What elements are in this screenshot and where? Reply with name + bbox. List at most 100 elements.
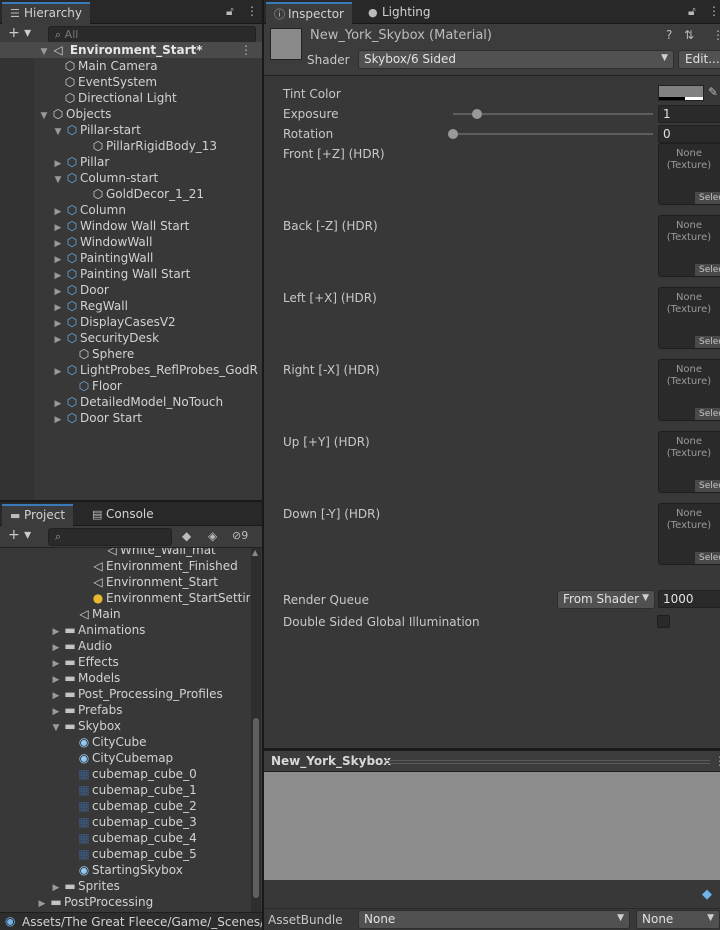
project-item[interactable]: ◁ Environment_Finished xyxy=(0,558,250,574)
asset-bundle-dropdown[interactable]: None ▼ xyxy=(358,910,630,929)
scene-row[interactable]: ▼ ◁ Environment_Start* ⋮ xyxy=(0,42,262,58)
project-item[interactable]: ▦ cubemap_cube_0 xyxy=(0,766,250,782)
hierarchy-item[interactable]: ▶ ⬡ Column xyxy=(0,202,262,218)
select-texture-button[interactable]: Select xyxy=(695,192,720,204)
scene-menu-icon[interactable]: ⋮ xyxy=(240,42,252,58)
project-item[interactable]: ◁ Main xyxy=(0,606,250,622)
project-item[interactable]: ▦ cubemap_cube_1 xyxy=(0,782,250,798)
help-icon[interactable]: ? xyxy=(666,28,672,42)
scrollbar-thumb[interactable] xyxy=(253,718,259,898)
preview-menu-icon[interactable]: ⋮ xyxy=(714,754,720,768)
hierarchy-item[interactable]: ⬡ Sphere xyxy=(0,346,262,362)
project-item[interactable]: ▼ ▬ Skybox xyxy=(0,718,250,734)
project-item[interactable]: ▶ ▬ Animations xyxy=(0,622,250,638)
unity-scene-icon: ◉ xyxy=(5,914,16,928)
hierarchy-item[interactable]: ▶ ⬡ PaintingWall xyxy=(0,250,262,266)
hierarchy-item[interactable]: ▶ ⬡ RegWall xyxy=(0,298,262,314)
hierarchy-item[interactable]: ▼ ⬡ Objects xyxy=(0,106,262,122)
project-item[interactable]: ◁ Environment_Start xyxy=(0,574,250,590)
render-queue-field[interactable]: 1000 xyxy=(658,590,720,608)
texture-slot-field[interactable]: None(Texture)Select xyxy=(658,215,720,277)
hierarchy-item[interactable]: ⬡ Floor xyxy=(0,378,262,394)
material-preview-thumbnail xyxy=(270,28,302,60)
lock-icon[interactable]: 🔓︎ xyxy=(226,4,234,19)
render-queue-mode-dropdown[interactable]: From Shader ▼ xyxy=(557,590,655,609)
project-item[interactable]: ▦ cubemap_cube_3 xyxy=(0,814,250,830)
tab-project[interactable]: ▬ Project xyxy=(2,504,74,526)
project-item[interactable]: ◉ StartingSkybox xyxy=(0,862,250,878)
project-item[interactable]: ▶ ▬ Sprites xyxy=(0,878,250,894)
select-texture-button[interactable]: Select xyxy=(695,552,720,564)
project-scrollbar[interactable]: ▲ xyxy=(251,548,261,912)
hierarchy-item[interactable]: ▶ ⬡ Pillar xyxy=(0,154,262,170)
tab-inspector[interactable]: ⓘ Inspector xyxy=(266,2,352,24)
project-item[interactable]: ▶ ▬ Post_Processing_Profiles xyxy=(0,686,250,702)
project-item[interactable]: ▶ ▬ PostProcessing xyxy=(0,894,250,910)
project-item[interactable]: ● Environment_StartSetting xyxy=(0,590,250,606)
hierarchy-item[interactable]: ▶ ⬡ DetailedModel_NoTouch xyxy=(0,394,262,410)
texture-slot-field[interactable]: None(Texture)Select xyxy=(658,503,720,565)
hidden-packages-toggle[interactable]: ⊘9 xyxy=(232,529,248,542)
select-texture-button[interactable]: Select xyxy=(695,408,720,420)
hierarchy-item[interactable]: ▶ ⬡ DisplayCasesV2 xyxy=(0,314,262,330)
texture-slot-field[interactable]: None(Texture)Select xyxy=(658,359,720,421)
kebab-menu-icon[interactable]: ⋮ xyxy=(708,4,720,18)
asset-label-tag-icon[interactable]: ◆ xyxy=(702,887,712,902)
prefab-cube-icon: ⬡ xyxy=(66,251,78,265)
hierarchy-item[interactable]: ▶ ⬡ WindowWall xyxy=(0,234,262,250)
lock-icon[interactable]: 🔓︎ xyxy=(688,4,696,19)
hierarchy-item[interactable]: ▼ ⬡ Pillar-start xyxy=(0,122,262,138)
preview-drag-handle[interactable] xyxy=(386,760,710,764)
hierarchy-panel: + ▾ ⌕ All ▼ ◁ Environment_Start* ⋮ ⬡ Main … xyxy=(0,24,262,500)
hierarchy-item[interactable]: ▶ ⬡ LightProbes_ReflProbes_GodR xyxy=(0,362,262,378)
create-asset-button[interactable]: + ▾ xyxy=(8,527,31,543)
hierarchy-item[interactable]: ⬡ Main Camera xyxy=(0,58,262,74)
panel-splitter[interactable] xyxy=(262,0,264,930)
asset-variant-dropdown[interactable]: None ▼ xyxy=(636,910,720,929)
project-item[interactable]: ◉ CityCubemap xyxy=(0,750,250,766)
hierarchy-item[interactable]: ▶ ⬡ SecurityDesk xyxy=(0,330,262,346)
settings-sliders-icon[interactable]: ⇅ xyxy=(684,28,694,42)
project-item[interactable]: ▦ cubemap_cube_2 xyxy=(0,798,250,814)
project-search-input[interactable]: ⌕ xyxy=(48,528,172,546)
hierarchy-item[interactable]: ▼ ⬡ Column-start xyxy=(0,170,262,186)
project-item[interactable]: ◁ White_Wall_mat xyxy=(0,548,250,558)
texture-thumbnail-icon: ▦ xyxy=(78,783,90,797)
select-texture-button[interactable]: Select xyxy=(695,480,720,492)
project-item[interactable]: ▶ ▬ Prefabs xyxy=(0,702,250,718)
select-texture-button[interactable]: Select xyxy=(695,336,720,348)
texture-slots: Front [+Z] (HDR) None(Texture)Select Back … xyxy=(264,76,720,576)
hierarchy-item[interactable]: ▶ ⬡ Window Wall Start xyxy=(0,218,262,234)
hierarchy-item[interactable]: ▶ ⬡ Painting Wall Start xyxy=(0,266,262,282)
component-menu-icon[interactable]: ⋮ xyxy=(712,28,720,42)
tab-console[interactable]: ▤ Console xyxy=(84,504,162,526)
project-item[interactable]: ▶ ▬ Audio xyxy=(0,638,250,654)
hierarchy-item[interactable]: ⬡ Directional Light xyxy=(0,90,262,106)
hierarchy-item[interactable]: ▶ ⬡ Door Start xyxy=(0,410,262,426)
hierarchy-item[interactable]: ⬡ EventSystem xyxy=(0,74,262,90)
edit-shader-button[interactable]: Edit... xyxy=(678,50,720,69)
hierarchy-item[interactable]: ⬡ GoldDecor_1_21 xyxy=(0,186,262,202)
scroll-up-icon[interactable]: ▲ xyxy=(252,548,258,557)
hierarchy-item[interactable]: ▶ ⬡ Door xyxy=(0,282,262,298)
project-item[interactable]: ◉ CityCube xyxy=(0,734,250,750)
project-item[interactable]: ▦ cubemap_cube_4 xyxy=(0,830,250,846)
hierarchy-item[interactable]: ⬡ PillarRigidBody_13 xyxy=(0,138,262,154)
select-texture-button[interactable]: Select xyxy=(695,264,720,276)
tab-lighting[interactable]: ● Lighting xyxy=(360,2,439,24)
shader-dropdown[interactable]: Skybox/6 Sided ▼ xyxy=(358,50,674,69)
project-item[interactable]: ▦ cubemap_cube_5 xyxy=(0,846,250,862)
add-object-button[interactable]: + ▾ xyxy=(8,25,31,41)
texture-slot-field[interactable]: None(Texture)Select xyxy=(658,143,720,205)
filter-type-icon[interactable]: ◆ xyxy=(182,529,191,543)
project-item[interactable]: ▶ ▬ Effects xyxy=(0,654,250,670)
label-tag-icon[interactable]: ◈ xyxy=(208,529,217,543)
project-item[interactable]: ▶ ▬ Models xyxy=(0,670,250,686)
expand-arrow-icon[interactable]: ▶ xyxy=(52,412,64,428)
kebab-menu-icon[interactable]: ⋮ xyxy=(246,4,258,18)
tab-hierarchy[interactable]: ☰ Hierarchy xyxy=(2,2,91,24)
lightbulb-icon: ● xyxy=(368,6,378,19)
texture-slot-field[interactable]: None(Texture)Select xyxy=(658,287,720,349)
texture-slot-field[interactable]: None(Texture)Select xyxy=(658,431,720,493)
double-sided-gi-checkbox[interactable] xyxy=(657,615,670,628)
